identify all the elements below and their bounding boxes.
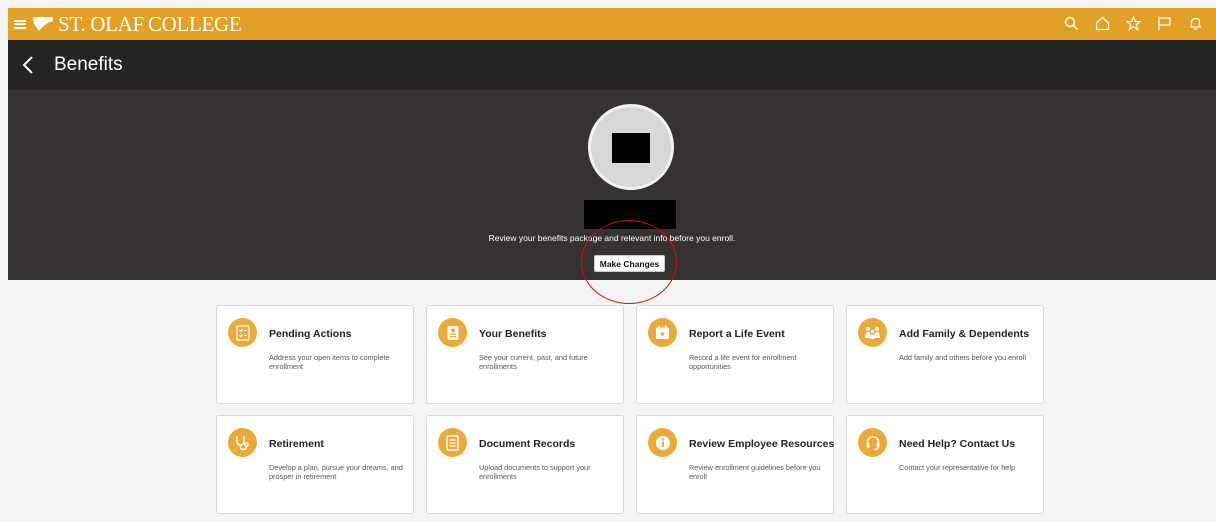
- top-nav-bar: ST. OLAF COLLEGE: [8, 8, 1216, 40]
- card-title: Your Benefits: [479, 328, 547, 340]
- checklist-icon: [228, 318, 257, 347]
- card-description: Contact your representative for help: [899, 463, 1016, 472]
- search-icon[interactable]: [1063, 15, 1080, 32]
- card-description: Record a life event for enrollment oppor…: [689, 353, 797, 371]
- page-title: Benefits: [54, 54, 123, 75]
- star-icon[interactable]: [1125, 15, 1142, 32]
- redacted-user-name: [584, 200, 676, 229]
- card-title: Document Records: [479, 438, 576, 450]
- card-description: Review enrollment guidelines before you …: [689, 463, 821, 481]
- card-review-employee-resources[interactable]: Review Employee Resources Review enrollm…: [636, 415, 834, 514]
- info-icon: [648, 428, 677, 457]
- headset-icon: [858, 428, 887, 457]
- card-add-family-dependents[interactable]: Add Family & Dependents Add family and o…: [846, 305, 1044, 404]
- family-icon: [858, 318, 887, 347]
- back-button[interactable]: [18, 55, 38, 75]
- card-description: Address your open items to complete enro…: [269, 353, 390, 371]
- card-title: Retirement: [269, 438, 324, 450]
- document-icon: [438, 428, 467, 457]
- card-pending-actions[interactable]: Pending Actions Address your open items …: [216, 305, 414, 404]
- menu-icon[interactable]: [14, 19, 26, 29]
- home-icon[interactable]: [1094, 15, 1111, 32]
- calendar-star-icon: [648, 318, 677, 347]
- hero-description: Review your benefits package and relevan…: [488, 233, 736, 243]
- badge-icon: [438, 318, 467, 347]
- shield-logo-icon: [33, 17, 53, 31]
- page-header: Benefits: [8, 40, 1216, 90]
- card-retirement[interactable]: Retirement Develop a plan, pursue your d…: [216, 415, 414, 514]
- card-title: Add Family & Dependents: [899, 328, 1030, 340]
- redacted-photo: [612, 133, 650, 163]
- card-title: Pending Actions: [269, 328, 352, 340]
- stethoscope-icon: [228, 428, 257, 457]
- avatar: [588, 104, 674, 190]
- card-need-help-contact[interactable]: Need Help? Contact Us Contact your repre…: [846, 415, 1044, 514]
- card-your-benefits[interactable]: Your Benefits See your current, past, an…: [426, 305, 624, 404]
- flag-icon[interactable]: [1156, 15, 1173, 32]
- card-description: Upload documents to support your enrollm…: [479, 463, 591, 481]
- card-description: See your current, past, and future enrol…: [479, 353, 588, 371]
- benefits-hero-banner: Review your benefits package and relevan…: [8, 90, 1216, 304]
- card-title: Review Employee Resources: [689, 438, 835, 450]
- card-title: Need Help? Contact Us: [899, 438, 1016, 450]
- card-report-life-event[interactable]: Report a Life Event Record a life event …: [636, 305, 834, 404]
- college-logo[interactable]: ST. OLAF COLLEGE: [58, 12, 242, 37]
- bell-icon[interactable]: [1187, 15, 1204, 32]
- card-description: Add family and others before you enroll: [899, 353, 1026, 362]
- card-description: Develop a plan, pursue your dreams, and …: [269, 463, 403, 481]
- make-changes-button[interactable]: Make Changes: [594, 255, 665, 272]
- card-document-records[interactable]: Document Records Upload documents to sup…: [426, 415, 624, 514]
- card-title: Report a Life Event: [689, 328, 785, 340]
